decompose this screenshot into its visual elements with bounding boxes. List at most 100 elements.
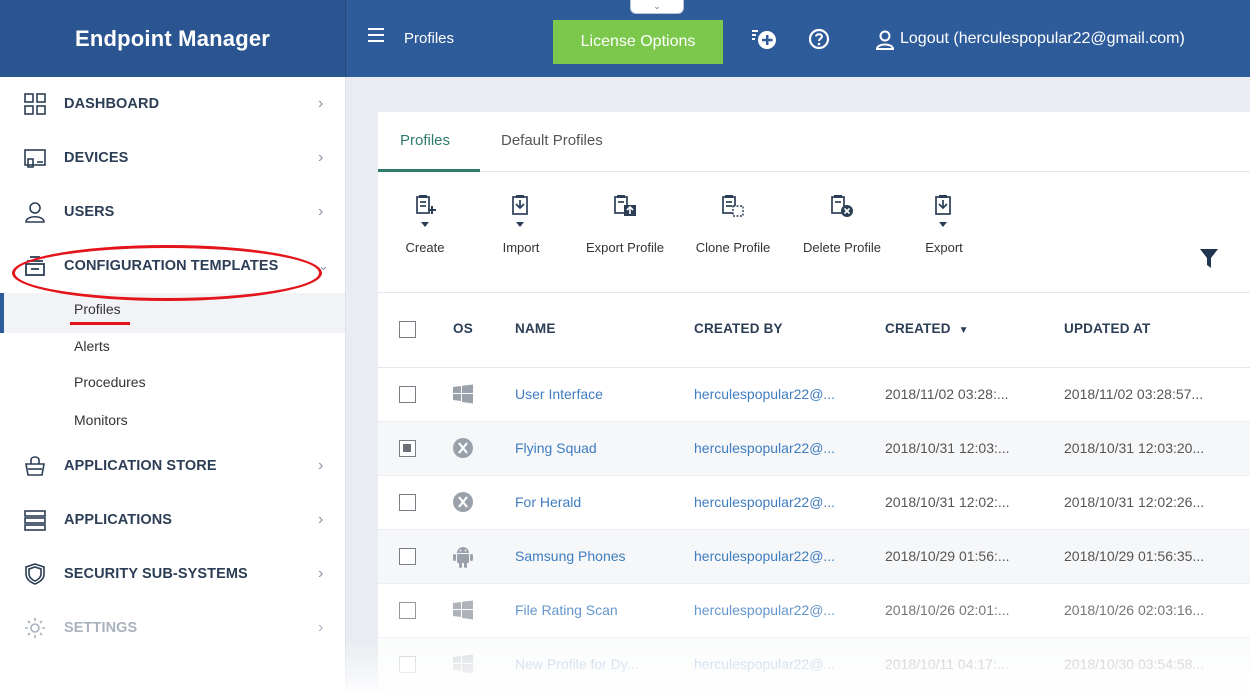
row-checkbox[interactable] <box>399 440 416 457</box>
row-checkbox[interactable] <box>399 386 416 403</box>
profile-name-link[interactable]: Flying Squad <box>515 440 597 456</box>
updated-at-cell: 2018/10/26 02:03:16... <box>1064 602 1205 618</box>
column-created-by[interactable]: CREATED BY <box>694 321 783 336</box>
sidebar-item-security-sub-systems[interactable]: SECURITY SUB-SYSTEMS › <box>0 549 346 599</box>
column-name[interactable]: NAME <box>515 321 556 336</box>
delete-profile-icon <box>831 195 853 217</box>
created-by-link[interactable]: herculespopular22@... <box>694 656 835 672</box>
import-label: Import <box>502 240 540 255</box>
chevron-right-icon: › <box>318 619 324 636</box>
created-by-link[interactable]: herculespopular22@... <box>694 386 835 402</box>
sidebar-item-applications[interactable]: APPLICATIONS › <box>0 495 346 545</box>
clone-profile-button[interactable]: Clone Profile <box>688 194 778 255</box>
profile-name-link[interactable]: User Interface <box>515 386 603 402</box>
highlight-underline <box>70 322 130 325</box>
sidebar-item-label: APPLICATION STORE <box>64 458 217 474</box>
table-row[interactable]: New Profile for Dy... herculespopular22@.… <box>378 638 1250 692</box>
sidebar-item-label: APPLICATIONS <box>64 512 173 528</box>
create-label: Create <box>405 240 445 255</box>
dashboard-grid-icon <box>24 93 46 115</box>
sidebar-item-users[interactable]: USERS › <box>0 187 346 237</box>
row-checkbox[interactable] <box>399 494 416 511</box>
sidebar-item-label: DASHBOARD <box>64 96 160 112</box>
sidebar-subitem-monitors[interactable]: Monitors <box>74 412 128 428</box>
mac-os-icon <box>453 492 473 512</box>
sidebar-subitem-alerts[interactable]: Alerts <box>74 338 110 354</box>
profile-name-link[interactable]: Samsung Phones <box>515 548 626 564</box>
highlight-ellipse <box>12 245 322 301</box>
devices-icon <box>24 149 46 168</box>
column-created[interactable]: CREATED ▼ <box>885 321 969 336</box>
sidebar-item-dashboard[interactable]: DASHBOARD › <box>0 79 346 129</box>
sidebar-item-application-store[interactable]: APPLICATION STORE › <box>0 441 346 491</box>
menu-icon[interactable] <box>368 28 384 42</box>
clone-profile-label: Clone Profile <box>695 240 771 255</box>
table-row[interactable]: File Rating Scan herculespopular22@... 201… <box>378 584 1250 638</box>
user-account-icon <box>876 30 895 50</box>
updated-at-cell: 2018/10/29 01:56:35... <box>1064 548 1205 564</box>
delete-profile-button[interactable]: Delete Profile <box>794 194 890 255</box>
table-row[interactable]: Samsung Phones herculespopular22@... 2018/… <box>378 530 1250 584</box>
row-checkbox[interactable] <box>399 656 416 673</box>
updated-at-cell: 2018/10/31 12:02:26... <box>1064 494 1205 510</box>
export-profile-icon <box>614 195 636 216</box>
os-cell <box>452 545 474 572</box>
mac-os-icon <box>453 438 473 458</box>
help-icon[interactable] <box>808 28 830 50</box>
profile-name-link[interactable]: File Rating Scan <box>515 602 618 618</box>
updated-at-cell: 2018/11/02 03:28:57... <box>1064 386 1204 402</box>
collapse-header-toggle[interactable]: ⌄ <box>630 0 684 14</box>
chevron-right-icon: › <box>318 511 324 528</box>
column-updated-at[interactable]: UPDATED AT <box>1064 321 1151 336</box>
add-device-icon[interactable] <box>752 28 778 50</box>
create-profile-icon <box>416 195 436 227</box>
export-label: Export <box>925 240 963 255</box>
created-cell: 2018/10/31 12:03:... <box>885 440 1010 456</box>
os-cell <box>452 653 474 678</box>
table-row[interactable]: For Herald herculespopular22@... 2018/10/3… <box>378 476 1250 530</box>
select-all-checkbox[interactable] <box>399 321 416 338</box>
created-by-link[interactable]: herculespopular22@... <box>694 548 835 564</box>
app-title: Endpoint Manager <box>0 0 346 77</box>
sort-desc-icon: ▼ <box>958 325 969 336</box>
export-profile-label: Export Profile <box>585 240 665 255</box>
sidebar-item-settings[interactable]: SETTINGS › <box>0 603 346 653</box>
top-bar: Endpoint Manager ⌄ Profiles License Opti… <box>0 0 1250 77</box>
sidebar-item-label: SETTINGS <box>64 620 138 636</box>
sidebar-item-devices[interactable]: DEVICES › <box>0 133 346 183</box>
profile-name-link[interactable]: For Herald <box>515 494 581 510</box>
created-cell: 2018/10/31 12:02:... <box>885 494 1010 510</box>
tab-default-profiles[interactable]: Default Profiles <box>501 132 603 149</box>
license-options-button[interactable]: License Options <box>553 20 723 64</box>
export-icon <box>935 195 951 227</box>
profile-name-link[interactable]: New Profile for Dy... <box>515 656 638 672</box>
shield-icon <box>25 563 45 585</box>
filter-icon[interactable] <box>1200 248 1218 270</box>
profiles-panel: Profiles Default Profiles Create Import … <box>378 112 1250 692</box>
sidebar-subitem-procedures[interactable]: Procedures <box>74 374 146 390</box>
created-cell: 2018/10/11 04:17:... <box>885 656 1009 672</box>
tab-profiles[interactable]: Profiles <box>400 132 450 149</box>
chevron-down-icon: ⌄ <box>653 1 661 11</box>
created-by-link[interactable]: herculespopular22@... <box>694 494 835 510</box>
column-created-label: CREATED <box>885 321 951 336</box>
created-by-link[interactable]: herculespopular22@... <box>694 440 835 456</box>
row-checkbox[interactable] <box>399 602 416 619</box>
export-button[interactable]: Export <box>918 194 970 255</box>
updated-at-cell: 2018/10/30 03:54:58... <box>1064 656 1205 672</box>
table-header: OS NAME CREATED BY CREATED ▼ UPDATED AT <box>378 292 1250 368</box>
export-profile-button[interactable]: Export Profile <box>576 194 674 255</box>
chevron-right-icon: › <box>318 565 324 582</box>
column-os[interactable]: OS <box>453 321 473 336</box>
table-row[interactable]: User Interface herculespopular22@... 2018/… <box>378 368 1250 422</box>
logout-link[interactable]: Logout (herculespopular22@gmail.com) <box>900 30 1185 48</box>
create-button[interactable]: Create <box>400 194 450 255</box>
created-by-link[interactable]: herculespopular22@... <box>694 602 835 618</box>
active-tab-underline <box>378 169 480 172</box>
sidebar-item-label: DEVICES <box>64 150 129 166</box>
import-button[interactable]: Import <box>496 194 546 255</box>
sidebar-subitem-profiles[interactable]: Profiles <box>74 301 121 317</box>
os-cell <box>452 437 474 462</box>
table-row[interactable]: Flying Squad herculespopular22@... 2018/10… <box>378 422 1250 476</box>
row-checkbox[interactable] <box>399 548 416 565</box>
